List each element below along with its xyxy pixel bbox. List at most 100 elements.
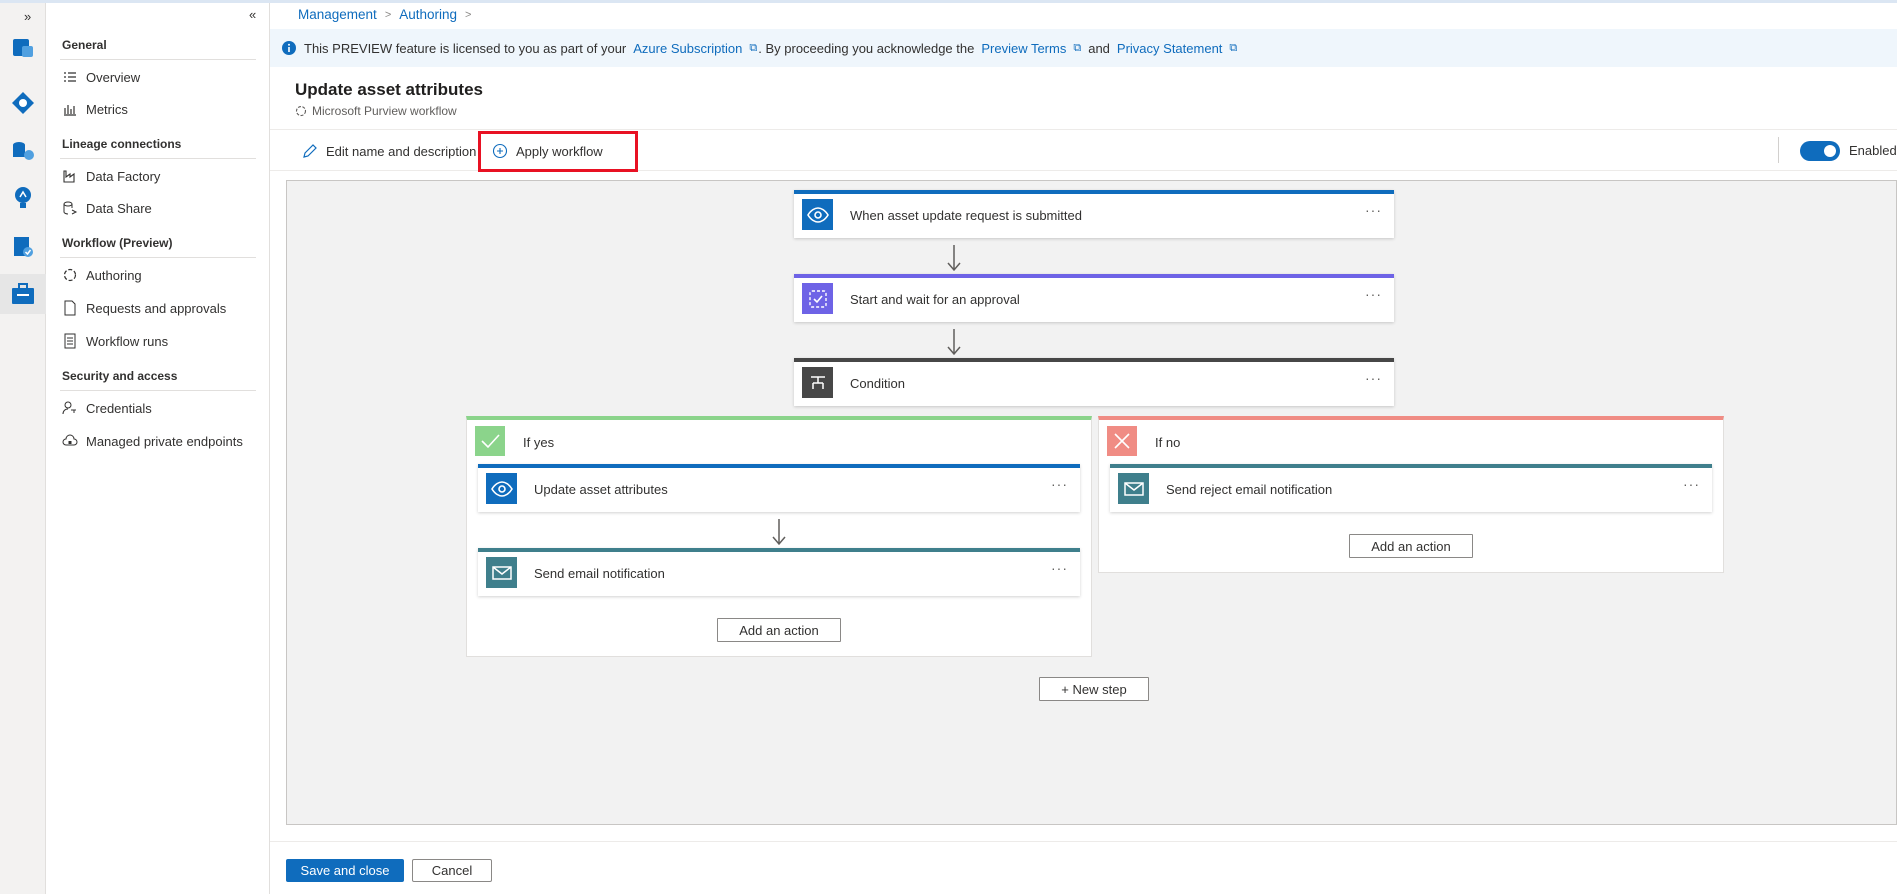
page-title: Update asset attributes [295, 80, 483, 99]
condition-card[interactable]: Condition ··· [794, 358, 1394, 406]
nav-section-workflow: Workflow (Preview) [62, 236, 173, 250]
update-attributes-card[interactable]: Update asset attributes ··· [478, 464, 1080, 512]
trigger-label: When asset update request is submitted [850, 208, 1082, 223]
nav-divider [60, 390, 256, 391]
eye-icon [802, 199, 833, 230]
checklist-icon [64, 333, 76, 349]
nav-item-label: Workflow runs [86, 333, 169, 349]
add-action-button[interactable]: Add an action [1349, 534, 1473, 558]
edit-name-button[interactable]: Edit name and description [302, 130, 476, 172]
send-reject-email-label: Send reject email notification [1166, 482, 1333, 497]
nav-item-label: Managed private endpoints [86, 433, 243, 449]
page-subtitle: Microsoft Purview workflow [295, 104, 457, 118]
condition-icon [802, 367, 833, 398]
highlight-box [478, 131, 638, 172]
management-nav: « General Overview Metrics Lineage conne… [46, 3, 270, 894]
list-icon [64, 72, 76, 82]
nav-divider [60, 257, 256, 258]
nav-divider [60, 158, 256, 159]
nav-item-label: Authoring [86, 267, 142, 283]
nav-item-data-share[interactable]: Data Share [62, 197, 152, 219]
data-share-icon [63, 201, 78, 215]
data-estate-icon[interactable] [10, 137, 36, 163]
eye-icon [486, 473, 517, 504]
send-reject-email-card[interactable]: Send reject email notification ··· [1110, 464, 1712, 512]
insights-icon[interactable] [10, 185, 36, 211]
send-email-card[interactable]: Send email notification ··· [478, 548, 1080, 596]
nav-item-metrics[interactable]: Metrics [62, 98, 128, 120]
info-icon [282, 41, 296, 55]
external-link-icon: ⧉ [749, 41, 758, 54]
more-options-button[interactable]: ··· [1051, 560, 1068, 576]
azure-subscription-link[interactable]: Azure Subscription [633, 41, 742, 56]
nav-divider [60, 59, 256, 60]
send-email-label: Send email notification [534, 566, 665, 581]
more-options-button[interactable]: ··· [1365, 286, 1382, 302]
more-options-button[interactable]: ··· [1365, 370, 1382, 386]
factory-icon [63, 170, 75, 183]
cloud-lock-icon [62, 434, 78, 446]
icon-rail: » [0, 3, 46, 894]
nav-item-private-endpoints[interactable]: Managed private endpoints [62, 430, 243, 452]
if-yes-branch: If yes Update asset attributes ··· Send … [466, 416, 1092, 657]
approval-card[interactable]: Start and wait for an approval ··· [794, 274, 1394, 322]
nav-section-security: Security and access [62, 369, 178, 383]
workflow-icon [295, 105, 307, 117]
expand-rail-button[interactable]: » [24, 9, 31, 24]
workflow-canvas: When asset update request is submitted ·… [286, 180, 1897, 825]
more-options-button[interactable]: ··· [1365, 202, 1382, 218]
nav-section-general: General [62, 38, 107, 52]
nav-item-overview[interactable]: Overview [62, 66, 140, 88]
collapse-nav-button[interactable]: « [249, 7, 256, 22]
breadcrumb-separator: > [465, 8, 472, 21]
privacy-statement-link[interactable]: Privacy Statement [1117, 41, 1223, 56]
data-catalog-icon[interactable] [10, 34, 36, 60]
banner-text: and [1088, 40, 1110, 56]
nav-item-label: Metrics [86, 101, 128, 117]
workflow-icon [63, 268, 77, 282]
nav-item-label: Data Factory [86, 168, 161, 184]
pencil-icon [303, 144, 317, 158]
save-and-close-button[interactable]: Save and close [286, 859, 404, 882]
enabled-toggle-label: Enabled [1849, 143, 1897, 158]
more-options-button[interactable]: ··· [1683, 476, 1700, 492]
checkmark-icon [475, 426, 505, 456]
nav-item-label: Overview [86, 69, 141, 85]
toggle-knob [1824, 145, 1836, 157]
enabled-toggle[interactable] [1800, 141, 1840, 161]
nav-item-label: Credentials [86, 400, 152, 416]
trigger-card[interactable]: When asset update request is submitted ·… [794, 190, 1394, 238]
nav-item-data-factory[interactable]: Data Factory [62, 165, 160, 187]
nav-item-workflow-runs[interactable]: Workflow runs [62, 330, 168, 352]
update-attributes-label: Update asset attributes [534, 482, 668, 497]
preview-terms-link[interactable]: Preview Terms [981, 41, 1066, 56]
page-subtitle-text: Microsoft Purview workflow [312, 104, 457, 118]
nav-item-label: Data Share [86, 200, 152, 216]
policy-icon[interactable] [10, 234, 36, 260]
breadcrumb-management[interactable]: Management [298, 7, 377, 22]
close-icon [1107, 426, 1137, 456]
new-step-button[interactable]: + New step [1039, 677, 1149, 701]
top-accent-line [0, 0, 1897, 3]
add-action-button[interactable]: Add an action [717, 618, 841, 642]
breadcrumb-separator: > [384, 8, 392, 21]
condition-label: Condition [850, 376, 905, 391]
footer-bar [270, 841, 1897, 894]
more-options-button[interactable]: ··· [1051, 476, 1068, 492]
cancel-button[interactable]: Cancel [412, 859, 492, 882]
nav-item-credentials[interactable]: Credentials [62, 397, 152, 419]
nav-item-label: Requests and approvals [86, 300, 227, 316]
nav-item-requests[interactable]: Requests and approvals [62, 297, 226, 319]
preview-banner: This PREVIEW feature is licensed to you … [270, 29, 1897, 67]
mail-icon [486, 557, 517, 588]
approval-icon [802, 283, 833, 314]
down-arrow-icon [947, 329, 961, 356]
edit-name-label: Edit name and description [326, 143, 477, 159]
nav-item-authoring[interactable]: Authoring [62, 264, 142, 286]
management-icon[interactable] [0, 274, 46, 314]
data-map-icon[interactable] [10, 90, 36, 116]
if-yes-title: If yes [523, 435, 555, 450]
breadcrumb-authoring[interactable]: Authoring [399, 7, 457, 22]
breadcrumb: Management > Authoring > [298, 7, 471, 22]
bar-chart-icon [64, 105, 76, 116]
